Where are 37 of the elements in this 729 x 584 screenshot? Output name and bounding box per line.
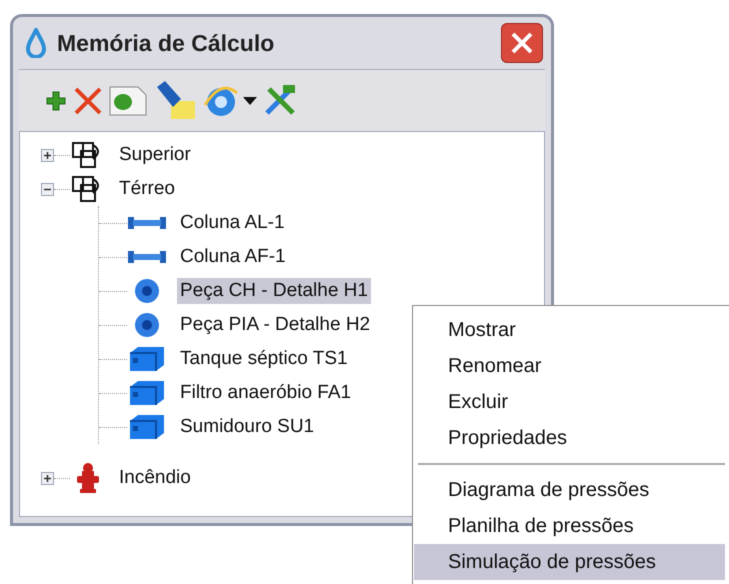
tank-icon	[128, 345, 166, 373]
delete-icon[interactable]	[73, 86, 103, 116]
menu-item[interactable]: Renomear	[414, 348, 725, 384]
tree-item[interactable]: Coluna AF-1	[177, 244, 289, 270]
tree-item[interactable]: Filtro anaeróbio FA1	[177, 380, 354, 406]
menu-item[interactable]: Diagrama de pressões	[414, 472, 725, 508]
close-icon	[510, 31, 534, 55]
expand-icon[interactable]	[41, 472, 54, 484]
collapse-icon[interactable]	[41, 182, 54, 196]
tree-item[interactable]: Térreo	[116, 176, 178, 202]
tree-item[interactable]: Incêndio	[116, 465, 194, 491]
fixture-icon	[134, 312, 160, 338]
fire-hydrant-icon	[75, 462, 101, 494]
tree-item[interactable]: Peça PIA - Detalhe H2	[177, 312, 374, 338]
menu-item[interactable]: Simulação de pressões	[414, 544, 725, 580]
menu-item[interactable]: Excluir	[414, 384, 725, 420]
tree-item[interactable]: Sumidouro SU1	[177, 414, 318, 440]
flashlight-icon[interactable]	[155, 80, 197, 120]
expand-icon[interactable]	[41, 148, 54, 162]
pipe-icon	[128, 217, 166, 229]
menu-item[interactable]: Mostrar	[414, 312, 725, 348]
close-button[interactable]	[501, 23, 543, 63]
water-drop-icon	[25, 28, 47, 58]
document-icon[interactable]	[109, 84, 149, 116]
dropdown-caret-icon[interactable]	[243, 96, 257, 104]
fixture-icon	[134, 278, 160, 304]
tank-icon	[128, 413, 166, 441]
tree-item[interactable]: Coluna AL-1	[177, 210, 288, 236]
pipe-icon	[128, 251, 166, 263]
add-icon[interactable]	[45, 90, 67, 112]
tank-icon	[128, 379, 166, 407]
window-title: Memória de Cálculo	[57, 28, 274, 58]
tree-item[interactable]: Superior	[116, 142, 194, 168]
tree-item[interactable]: Peça CH - Detalhe H1	[177, 278, 371, 304]
menu-item[interactable]: Propriedades	[414, 420, 725, 456]
tree-item[interactable]: Tanque séptico TS1	[177, 346, 351, 372]
menu-item[interactable]: Planilha de pressões	[414, 508, 725, 544]
